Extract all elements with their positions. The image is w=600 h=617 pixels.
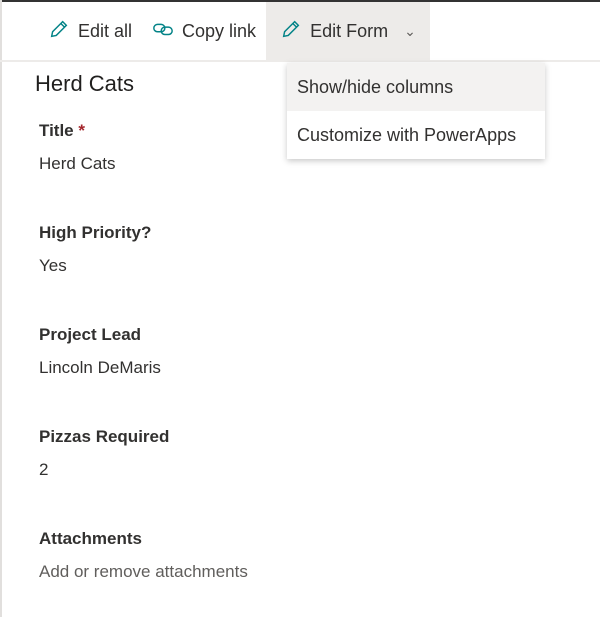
field-value[interactable]: Lincoln DeMaris — [39, 358, 161, 378]
field-pizzas-required: Pizzas Required 2 — [39, 427, 169, 480]
field-title: Title * Herd Cats — [39, 121, 116, 174]
chevron-down-icon: ⌄ — [404, 22, 416, 39]
copy-link-label: Copy link — [182, 20, 257, 41]
field-label: Attachments — [39, 529, 142, 548]
field-value[interactable]: Herd Cats — [39, 154, 116, 174]
required-marker: * — [78, 121, 85, 140]
pencil-icon — [48, 18, 70, 45]
field-high-priority: High Priority? Yes — [39, 223, 151, 276]
item-title: Herd Cats — [35, 71, 135, 96]
add-attachments-link[interactable]: Add or remove attachments — [39, 562, 248, 582]
copy-link-button[interactable]: Copy link — [142, 2, 266, 60]
field-label: Title — [39, 121, 74, 140]
field-value[interactable]: Yes — [39, 256, 151, 276]
field-project-lead: Project Lead Lincoln DeMaris — [39, 325, 161, 378]
field-attachments: Attachments Add or remove attachments — [39, 529, 248, 582]
edit-form-button[interactable]: Edit Form ⌄ — [266, 2, 430, 60]
edit-all-label: Edit all — [78, 20, 133, 41]
command-bar: Edit all Copy link Edit Form ⌄ — [0, 2, 600, 62]
edit-form-menu: Show/hide columns Customize with PowerAp… — [287, 63, 545, 159]
edit-all-button[interactable]: Edit all — [38, 2, 142, 60]
menu-item-customize-powerapps[interactable]: Customize with PowerApps — [287, 111, 545, 159]
link-icon — [152, 18, 174, 45]
field-value[interactable]: 2 — [39, 460, 169, 480]
field-label: Project Lead — [39, 325, 142, 344]
edit-form-label: Edit Form — [310, 20, 389, 41]
field-label: Pizzas Required — [39, 427, 170, 446]
field-label: High Priority? — [39, 223, 152, 242]
pencil-icon — [280, 18, 302, 45]
menu-item-show-hide-columns[interactable]: Show/hide columns — [287, 63, 545, 111]
panel-border — [0, 0, 2, 617]
